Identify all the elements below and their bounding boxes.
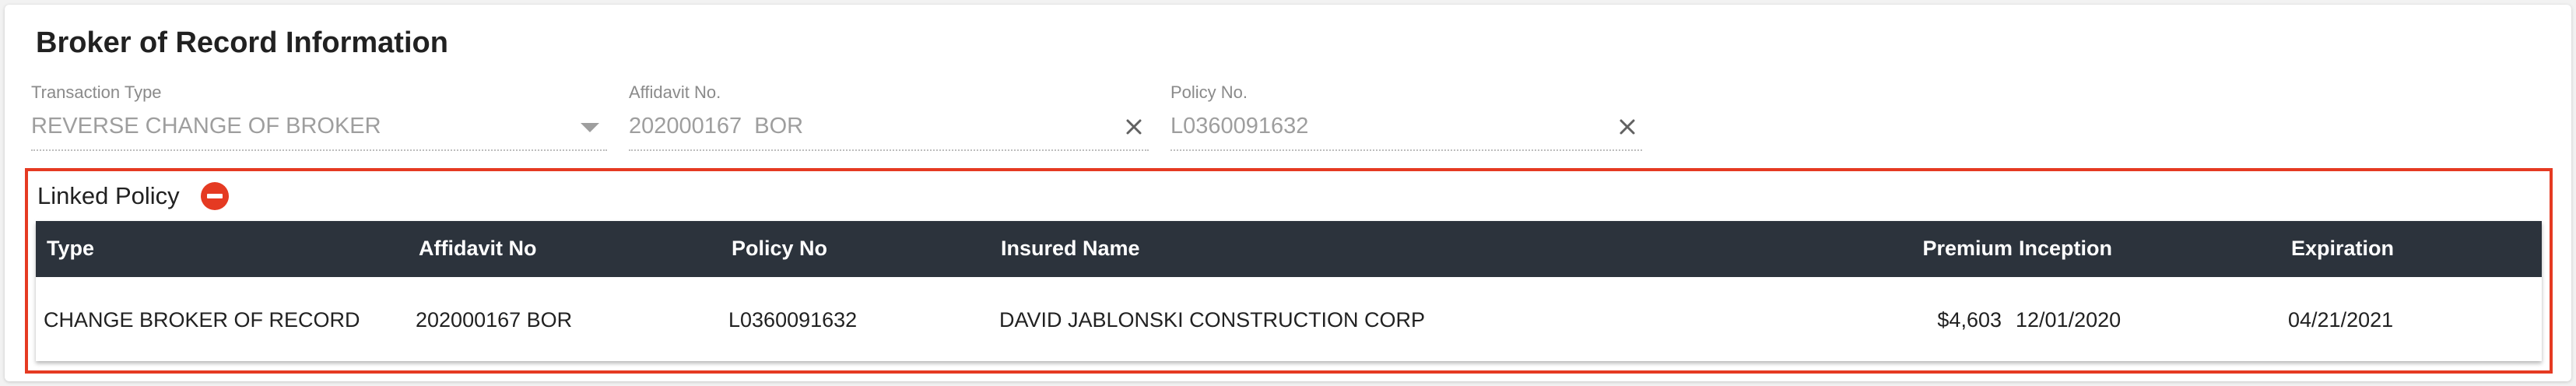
affidavit-value: 202000167 BOR — [629, 114, 804, 139]
cell-type: CHANGE BROKER OF RECORD — [44, 308, 360, 332]
minus-bar — [207, 194, 223, 198]
transaction-type-select[interactable]: Transaction Type REVERSE CHANGE OF BROKE… — [31, 82, 607, 151]
cell-policy: L0360091632 — [728, 308, 858, 332]
table-header: Type Affidavit No Policy No Insured Name… — [36, 221, 2542, 277]
column-header-insured[interactable]: Insured Name — [1001, 237, 1140, 261]
section-title: Broker of Record Information — [36, 26, 448, 59]
remove-linked-policy-icon[interactable] — [201, 182, 229, 210]
transaction-type-underline — [31, 149, 607, 151]
cell-insured-name: DAVID JABLONSKI CONSTRUCTION CORP — [999, 308, 1426, 332]
affidavit-label: Affidavit No. — [629, 82, 721, 102]
clear-affidavit-icon[interactable] — [1122, 115, 1146, 139]
policy-underline — [1170, 149, 1642, 151]
linked-policy-title: Linked Policy — [37, 182, 180, 209]
affidavit-underline — [629, 149, 1149, 151]
column-header-policy[interactable]: Policy No — [732, 237, 827, 261]
cell-expiration: 04/21/2021 — [2288, 308, 2394, 332]
policy-value: L0360091632 — [1170, 114, 1309, 139]
cell-premium: $4,603 — [1937, 308, 2002, 332]
broker-of-record-card: Broker of Record Information Transaction… — [5, 5, 2571, 381]
column-header-affidavit[interactable]: Affidavit No — [419, 237, 537, 261]
cell-inception: 12/01/2020 — [2016, 308, 2122, 332]
policy-field[interactable]: Policy No. L0360091632 — [1170, 82, 1642, 151]
transaction-type-value: REVERSE CHANGE OF BROKER — [31, 114, 381, 139]
column-header-expiration[interactable]: Expiration — [2291, 237, 2394, 261]
clear-policy-icon[interactable] — [1616, 115, 1639, 139]
policy-label: Policy No. — [1170, 82, 1248, 102]
linked-policy-section: Linked Policy Type Affidavit No Policy N… — [25, 168, 2553, 374]
column-header-type[interactable]: Type — [47, 237, 94, 261]
transaction-type-label: Transaction Type — [31, 82, 162, 102]
linked-policy-table: Type Affidavit No Policy No Insured Name… — [36, 221, 2542, 361]
column-header-inception[interactable]: Inception — [2019, 237, 2112, 261]
column-header-premium[interactable]: Premium — [1826, 237, 2013, 261]
cell-affidavit: 202000167 BOR — [416, 308, 573, 332]
affidavit-field[interactable]: Affidavit No. 202000167 BOR — [629, 82, 1149, 151]
dropdown-caret-icon[interactable] — [581, 123, 599, 132]
